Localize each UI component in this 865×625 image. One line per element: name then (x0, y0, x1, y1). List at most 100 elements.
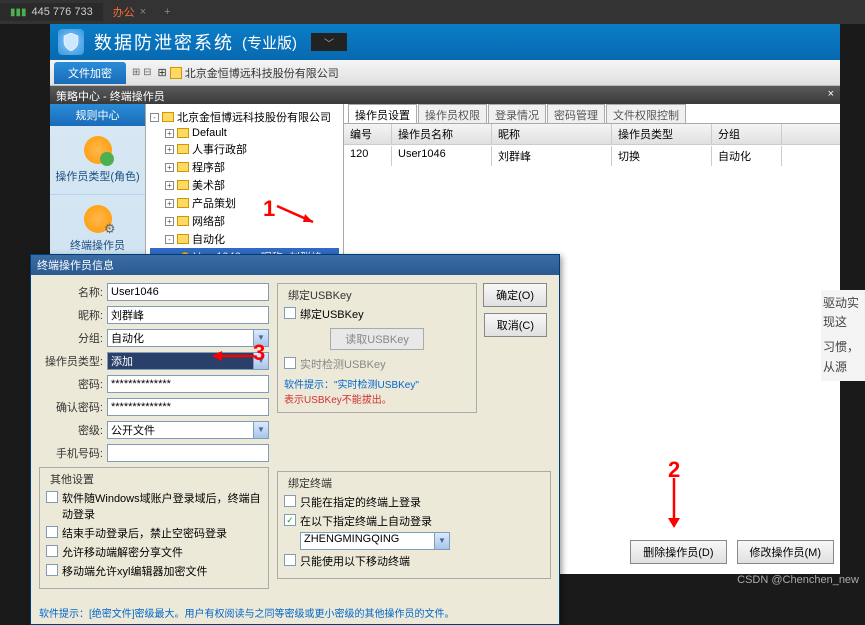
header-dropdown[interactable]: ﹀ (311, 33, 347, 51)
tab-login-status[interactable]: 登录情况 (488, 104, 546, 123)
bottom-buttons: 删除操作员(D) 修改操作员(M) (630, 540, 834, 564)
tree-toggle-icon[interactable]: + (165, 129, 174, 138)
bind-terminal-legend: 绑定终端 (284, 475, 336, 491)
browser-tab-1[interactable]: ▮▮▮ 445 776 733 (0, 3, 103, 21)
toolbar-tab-encrypt[interactable]: 文件加密 (54, 62, 126, 84)
bt-chk2-label: 在以下指定终端上自动登录 (300, 513, 432, 529)
type-value: 添加 (111, 356, 133, 368)
chk4-label: 移动端允许xyl编辑器加密文件 (62, 563, 207, 579)
sidebar-item-1-label: 操作员类型(角色) (54, 168, 141, 184)
alias-input[interactable] (107, 306, 269, 324)
tree-root-label: 北京金恒博远科技股份有限公司 (177, 109, 331, 125)
tab-operator-permissions[interactable]: 操作员权限 (418, 104, 487, 123)
modify-operator-button[interactable]: 修改操作员(M) (737, 540, 835, 564)
tab-file-permissions[interactable]: 文件权限控制 (606, 104, 686, 123)
cancel-button[interactable]: 取消(C) (484, 313, 547, 337)
tree-toggle-icon[interactable]: - (165, 235, 174, 244)
toolbar: 文件加密 ⊞ ⊟ ⊞ 北京金恒博远科技股份有限公司 (50, 60, 840, 86)
app-header: 数据防泄密系统 (专业版) ﹀ (50, 24, 840, 60)
panel-close-icon[interactable]: × (828, 88, 834, 102)
no-empty-pwd-checkbox[interactable] (46, 526, 58, 538)
tree-toggle-icon[interactable]: + (165, 163, 174, 172)
tab-password-mgmt[interactable]: 密码管理 (547, 104, 605, 123)
tree-label: 美术部 (192, 177, 225, 193)
operator-table: 编号 操作员名称 昵称 操作员类型 分组 120 User1046 刘群峰 切换… (344, 124, 840, 167)
usbkey-fieldset: 绑定USBKey 绑定USBKey 读取USBKey 实时检测USBKey 软件… (277, 283, 477, 413)
col-id: 编号 (344, 124, 392, 144)
terminal-select[interactable]: ZHENGMINGQING▼ (300, 532, 450, 550)
tab-operator-settings[interactable]: 操作员设置 (348, 104, 417, 123)
path-text: 北京金恒博远科技股份有限公司 (185, 65, 339, 81)
col-name: 操作员名称 (392, 124, 492, 144)
tree-toggle-icon[interactable]: + (165, 217, 174, 226)
bind-usbkey-label: 绑定USBKey (300, 306, 364, 322)
tree-node[interactable]: + 程序部 (150, 158, 339, 176)
label-name: 名称: (39, 284, 107, 300)
users-icon (84, 136, 112, 164)
other-settings-legend: 其他设置 (46, 471, 98, 487)
group-select[interactable]: 自动化▼ (107, 329, 269, 347)
tree-label: Default (192, 127, 227, 139)
phone-input[interactable] (107, 444, 269, 462)
usbkey-legend: 绑定USBKey (284, 287, 356, 303)
level-select[interactable]: 公开文件 ▼ (107, 421, 269, 439)
browser-tab-2[interactable]: 办公 × (103, 1, 156, 23)
app-title: 数据防泄密系统 (94, 29, 234, 55)
label-alias: 昵称: (39, 307, 107, 323)
folder-icon (177, 128, 189, 138)
only-mobile-checkbox[interactable] (284, 554, 296, 566)
label-level: 密级: (39, 422, 107, 438)
tree-label: 人事行政部 (192, 141, 247, 157)
sidebar-item-2-label: 终端操作员 (54, 237, 141, 253)
ok-button[interactable]: 确定(O) (483, 283, 547, 307)
new-tab-button[interactable]: + (156, 6, 178, 18)
sidebar-header: 规则中心 (50, 104, 145, 126)
folder-icon (177, 162, 189, 172)
tree-node[interactable]: + Default (150, 126, 339, 140)
tree-node[interactable]: + 人事行政部 (150, 140, 339, 158)
mobile-xyl-checkbox[interactable] (46, 564, 58, 576)
expand-icon[interactable]: ⊞ (158, 66, 167, 79)
tree-root[interactable]: - 北京金恒博远科技股份有限公司 (150, 108, 339, 126)
tab-2-close-icon[interactable]: × (140, 6, 146, 18)
domain-login-checkbox[interactable] (46, 491, 58, 503)
table-header: 编号 操作员名称 昵称 操作员类型 分组 (344, 124, 840, 145)
table-row[interactable]: 120 User1046 刘群峰 切换 自动化 (344, 145, 840, 167)
toolbar-expand-icons[interactable]: ⊞ ⊟ (132, 67, 152, 78)
label-password: 密码: (39, 376, 107, 392)
folder-icon (177, 198, 189, 208)
tree-node-auto[interactable]: -自动化 (150, 230, 339, 248)
dialog-title-text: 终端操作员信息 (37, 257, 114, 273)
chevron-down-icon: ▼ (253, 422, 268, 438)
folder-icon (177, 216, 189, 226)
delete-operator-button[interactable]: 删除操作员(D) (630, 540, 726, 564)
mobile-decrypt-checkbox[interactable] (46, 545, 58, 557)
dialog-titlebar[interactable]: 终端操作员信息 (31, 255, 559, 275)
level-value: 公开文件 (111, 425, 155, 437)
tree-toggle-icon[interactable]: + (165, 181, 174, 190)
name-input[interactable] (107, 283, 269, 301)
only-terminal-checkbox[interactable] (284, 495, 296, 507)
tree-label: 程序部 (192, 159, 225, 175)
col-group: 分组 (712, 124, 782, 144)
bt-chk1-label: 只能在指定的终端上登录 (300, 494, 421, 510)
arrow-2-icon (660, 476, 690, 536)
chk1-label: 软件随Windows域账户登录域后，终端自动登录 (62, 490, 262, 522)
confirm-password-input[interactable] (107, 398, 269, 416)
folder-icon (177, 180, 189, 190)
realtime-usbkey-label: 实时检测USBKey (300, 356, 386, 372)
auto-login-terminal-checkbox[interactable] (284, 514, 296, 526)
side-text-2: 习惯，从源 (823, 338, 863, 376)
sidebar-item-roles[interactable]: 操作员类型(角色) (50, 126, 145, 195)
password-input[interactable] (107, 375, 269, 393)
tree-toggle-icon[interactable]: + (165, 145, 174, 154)
realtime-usbkey-checkbox (284, 357, 296, 369)
cell-alias: 刘群峰 (492, 146, 612, 166)
annotation-3: 3 (253, 340, 265, 366)
chk2-label: 结束手动登录后，禁止空密码登录 (62, 525, 227, 541)
tree-toggle-icon[interactable]: - (150, 113, 159, 122)
bind-usbkey-checkbox[interactable] (284, 307, 296, 319)
tree-node[interactable]: + 美术部 (150, 176, 339, 194)
tree-toggle-icon[interactable]: + (165, 199, 174, 208)
panel-titlebar: 策略中心 - 终端操作员 × (50, 86, 840, 104)
